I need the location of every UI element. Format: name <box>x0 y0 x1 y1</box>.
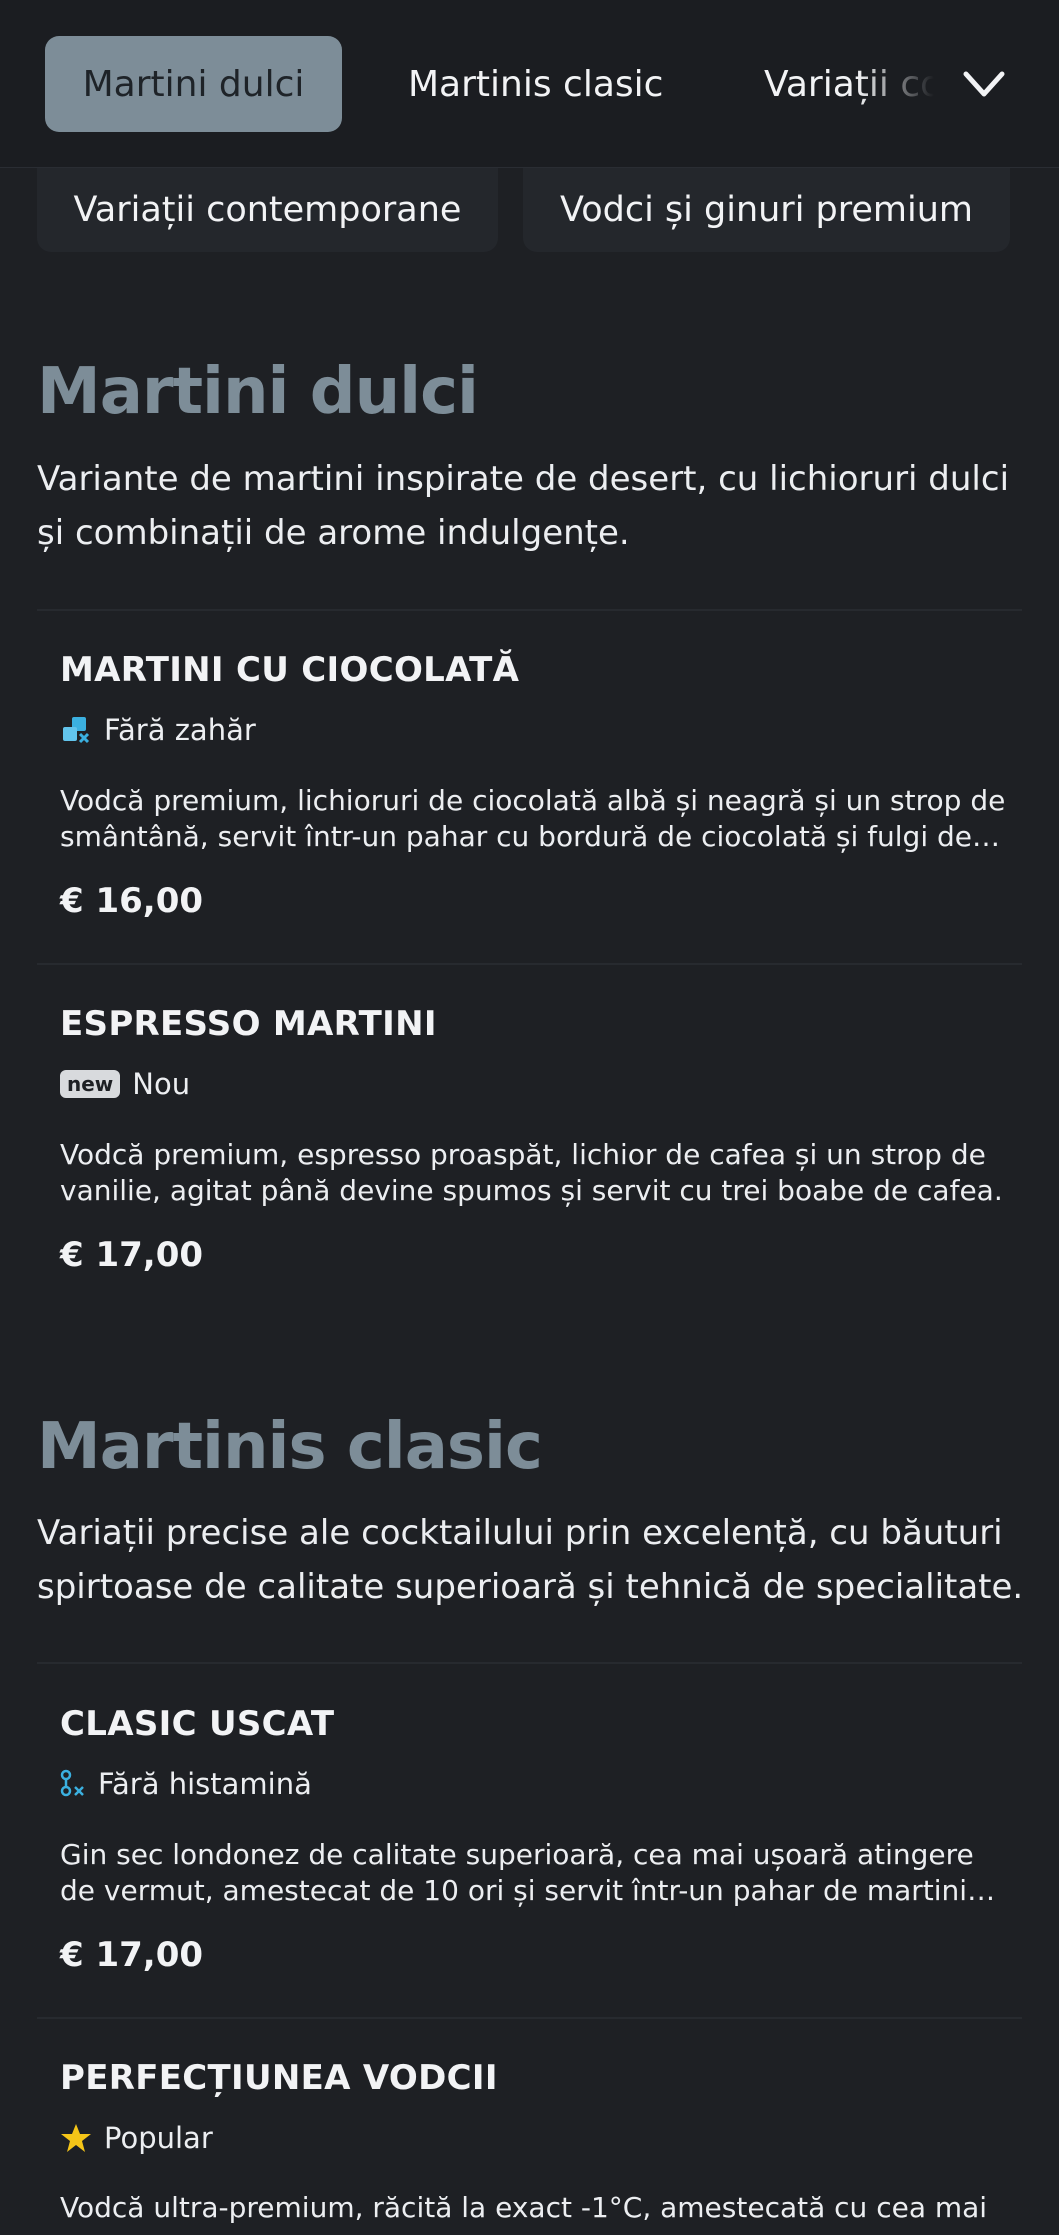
tab-variatii-contemporane[interactable]: Variații contemporane <box>764 36 934 132</box>
badge-label: Nou <box>132 1067 191 1101</box>
menu-item-price: € 17,00 <box>60 1235 204 1275</box>
divider <box>37 2017 1022 2019</box>
tab-martinis-clasic[interactable]: Martinis clasic <box>408 36 663 132</box>
badge-label: Fără histamină <box>98 1767 312 1801</box>
menu-item-price: € 16,00 <box>60 881 204 921</box>
section-title: Martinis clasic <box>37 1410 543 1484</box>
star-icon <box>61 2124 91 2152</box>
divider <box>37 1662 1022 1664</box>
divider <box>37 609 1022 611</box>
new-tag-icon: new <box>60 1070 121 1098</box>
chip-variatii-contemporane[interactable]: Variații contemporane <box>37 168 498 252</box>
menu-item-description: Vodcă premium, lichioruri de ciocolată a… <box>60 784 1006 853</box>
chevron-down-icon[interactable] <box>960 62 1008 106</box>
menu-item-name[interactable]: MARTINI CU CIOCOLATĂ <box>60 650 519 690</box>
chip-vodci-ginuri-premium[interactable]: Vodci și ginuri premium <box>523 168 1010 252</box>
menu-item-description: Vodcă premium, espresso proaspăt, lichio… <box>60 1138 1003 1207</box>
menu-item-price: € 17,00 <box>60 1935 204 1975</box>
divider <box>37 963 1022 965</box>
dietary-badge: Fără zahăr <box>60 712 256 748</box>
badge-label: Fără zahăr <box>104 713 256 747</box>
section-title: Martini dulci <box>37 355 479 429</box>
category-nav-bar: Martini dulci Martinis clasic Variații c… <box>0 0 1059 168</box>
tab-martini-dulci[interactable]: Martini dulci <box>45 36 342 132</box>
dietary-badge: Popular <box>60 2120 213 2156</box>
menu-item-name[interactable]: PERFECȚIUNEA VODCII <box>60 2058 498 2098</box>
menu-item-description: Gin sec londonez de calitate superioară,… <box>60 1838 974 1907</box>
section-description: Variații precise ale cocktailului prin e… <box>37 1513 1024 1607</box>
histamine-free-icon <box>60 1769 84 1797</box>
menu-item-description: Vodcă ultra-premium, răcită la exact -1°… <box>60 2191 988 2224</box>
dietary-badge: new Nou <box>60 1066 190 1102</box>
menu-item-name[interactable]: CLASIC USCAT <box>60 1704 334 1744</box>
section-description: Variante de martini inspirate de desert,… <box>37 459 1010 553</box>
sugar-free-icon <box>63 717 90 744</box>
badge-label: Popular <box>104 2121 213 2155</box>
dietary-badge: Fără histamină <box>60 1766 312 1802</box>
menu-item-name[interactable]: ESPRESSO MARTINI <box>60 1004 437 1044</box>
